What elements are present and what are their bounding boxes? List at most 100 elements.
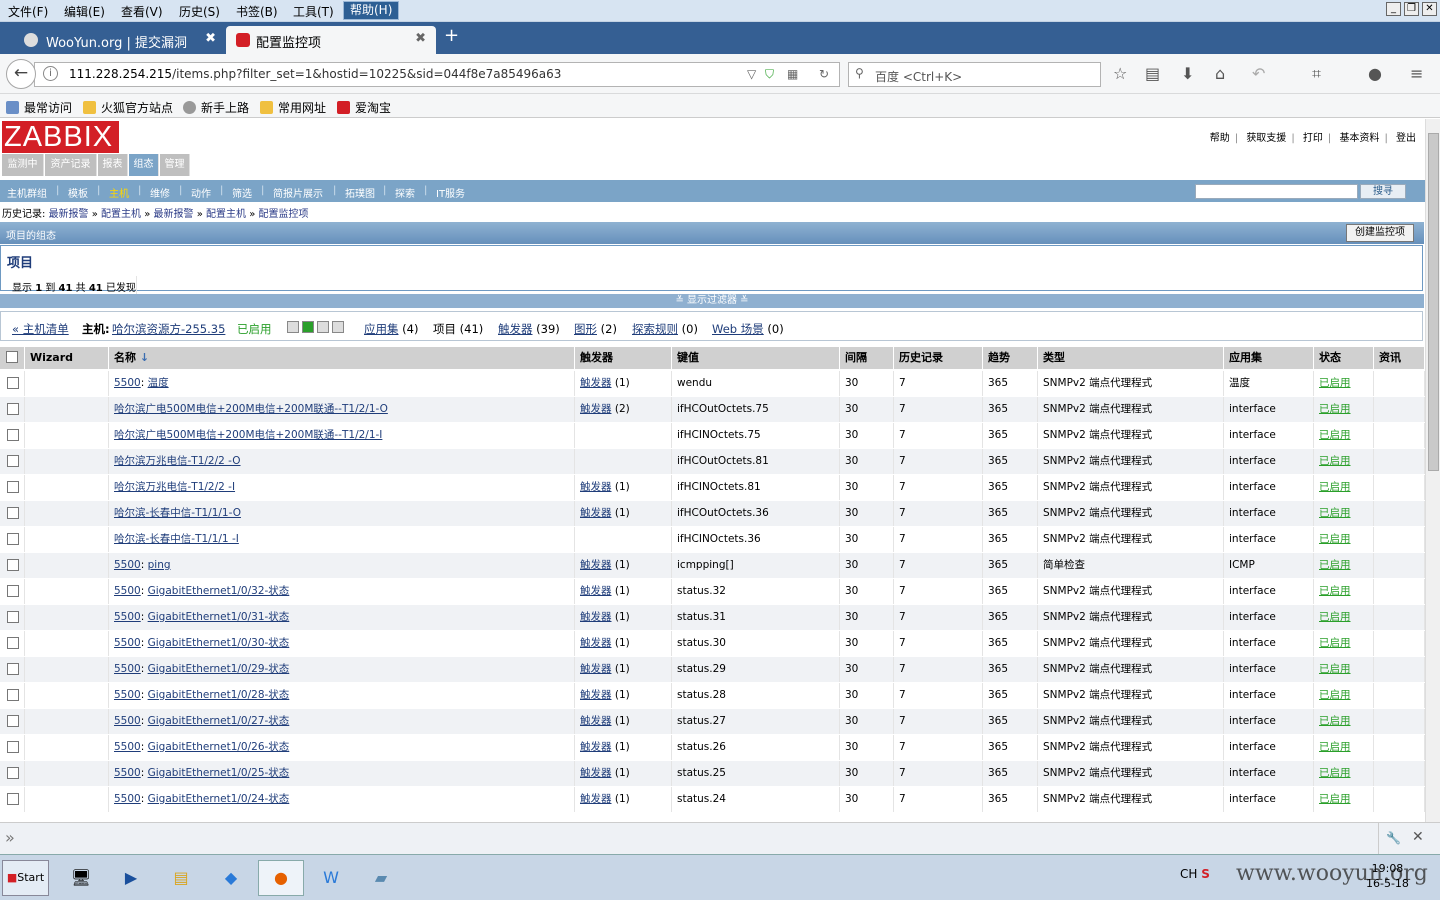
download-icon[interactable]: ⬇ [1181, 64, 1194, 83]
triggers-link[interactable]: 触发器 [580, 689, 612, 701]
filter-toggle[interactable]: ≚ 显示过滤器 ≚ [0, 294, 1424, 308]
template-link[interactable]: 5500 [114, 585, 141, 597]
status-toggle-link[interactable]: 已启用 [1319, 481, 1351, 493]
template-link[interactable]: 5500 [114, 377, 141, 389]
bookmark-firefox[interactable]: 火狐官方站点 [83, 99, 173, 116]
item-name-link[interactable]: 哈尔滨万兆电信-T1/2/2 -O [114, 455, 241, 467]
row-checkbox[interactable] [7, 663, 19, 675]
bookmark-aitaobao[interactable]: 爱淘宝 [337, 99, 391, 116]
web-scenarios-link[interactable]: Web 场景 (0) [712, 321, 784, 337]
submenu-hosts[interactable]: 主机 [109, 185, 129, 200]
menu-reports[interactable]: 报表 [98, 154, 128, 176]
template-link[interactable]: 5500 [114, 637, 141, 649]
back-button[interactable]: ← [6, 59, 36, 89]
bookmark-common[interactable]: 常用网址 [260, 99, 326, 116]
item-name-link[interactable]: GigabitEthernet1/0/29-状态 [148, 663, 290, 675]
status-toggle-link[interactable]: 已启用 [1319, 455, 1351, 467]
triggers-link[interactable]: 触发器 [580, 585, 612, 597]
start-button[interactable]: ■Start [2, 860, 49, 896]
triggers-link[interactable]: 触发器 [580, 611, 612, 623]
zabbix-logo[interactable]: ZABBIX [2, 121, 119, 153]
col-name[interactable]: 名称 ↓ [109, 347, 575, 369]
menu-monitoring[interactable]: 监测中 [2, 154, 44, 176]
submenu-hostgroups[interactable]: 主机群组 [7, 185, 47, 200]
template-link[interactable]: 5500 [114, 663, 141, 675]
status-toggle-link[interactable]: 已启用 [1319, 559, 1351, 571]
home-icon[interactable]: ⌂ [1215, 64, 1225, 83]
row-checkbox[interactable] [7, 377, 19, 389]
status-toggle-link[interactable]: 已启用 [1319, 741, 1351, 753]
history-link[interactable]: 配置主机 [206, 209, 246, 220]
triggers-link[interactable]: 触发器 [580, 637, 612, 649]
qr-icon[interactable]: ▦ [787, 67, 798, 81]
bookmark-getting-started[interactable]: 新手上路 [183, 99, 249, 116]
wrench-icon[interactable]: 🔧 [1378, 823, 1408, 855]
help-link[interactable]: 帮助 [1210, 133, 1230, 144]
row-checkbox[interactable] [7, 715, 19, 727]
host-name-link[interactable]: 哈尔滨资源方-255.35 [112, 321, 225, 337]
shield-icon[interactable]: ⛉ [765, 67, 774, 82]
explorer-icon[interactable]: ▤ [158, 860, 204, 896]
item-name-link[interactable]: 哈尔滨广电500M电信+200M电信+200M联通--T1/2/1-I [114, 429, 382, 441]
sogou-icon[interactable]: S [1201, 867, 1210, 881]
undo-icon[interactable]: ↶ [1252, 64, 1265, 83]
vertical-scrollbar[interactable] [1425, 119, 1440, 822]
firefox-icon[interactable]: ● [258, 860, 304, 896]
item-name-link[interactable]: GigabitEthernet1/0/27-状态 [148, 715, 290, 727]
triggers-link[interactable]: 触发器 [580, 377, 612, 389]
new-tab-icon[interactable]: + [444, 25, 459, 46]
triggers-link[interactable]: 触发器 [580, 741, 612, 753]
item-name-link[interactable]: 哈尔滨万兆电信-T1/2/2 -I [114, 481, 235, 493]
row-checkbox[interactable] [7, 585, 19, 597]
tab-wooyun[interactable]: WooYun.org | 提交漏洞 ✖ [14, 26, 226, 54]
row-checkbox[interactable] [7, 767, 19, 779]
close-tab-icon[interactable]: ✖ [415, 31, 426, 46]
close-tab-icon[interactable]: ✖ [205, 31, 216, 46]
profile-link[interactable]: 基本资料 [1339, 133, 1379, 144]
expand-icon[interactable]: » [5, 828, 15, 847]
item-name-link[interactable]: GigabitEthernet1/0/25-状态 [148, 767, 290, 779]
triggers-link[interactable]: 触发器 [580, 663, 612, 675]
status-toggle-link[interactable]: 已启用 [1319, 585, 1351, 597]
menu-bookmarks[interactable]: 书签(B) [236, 3, 278, 20]
status-toggle-link[interactable]: 已启用 [1319, 377, 1351, 389]
host-status[interactable]: 已启用 [237, 321, 272, 337]
submenu-maintenance[interactable]: 维修 [150, 185, 170, 200]
item-name-link[interactable]: 哈尔滨广电500M电信+200M电信+200M联通--T1/2/1-O [114, 403, 388, 415]
menu-configuration[interactable]: 组态 [129, 154, 159, 176]
row-checkbox[interactable] [7, 793, 19, 805]
status-toggle-link[interactable]: 已启用 [1319, 611, 1351, 623]
status-toggle-link[interactable]: 已启用 [1319, 715, 1351, 727]
language-indicator[interactable]: CH [1180, 867, 1197, 881]
row-checkbox[interactable] [7, 559, 19, 571]
host-list-link[interactable]: « 主机清单 [12, 321, 69, 337]
col-history[interactable]: 历史记录 [894, 347, 983, 369]
menu-inventory[interactable]: 资产记录 [45, 154, 97, 176]
history-link[interactable]: 配置主机 [101, 209, 141, 220]
clock[interactable]: 19:08 16-5-18 [1366, 861, 1409, 891]
template-link[interactable]: 5500 [114, 611, 141, 623]
status-toggle-link[interactable]: 已启用 [1319, 689, 1351, 701]
status-toggle-link[interactable]: 已启用 [1319, 663, 1351, 675]
template-link[interactable]: 5500 [114, 793, 141, 805]
graphs-link[interactable]: 图形 (2) [574, 321, 617, 337]
item-name-link[interactable]: GigabitEthernet1/0/24-状态 [148, 793, 290, 805]
close-window-icon[interactable]: ✕ [1422, 2, 1437, 16]
menu-tools[interactable]: 工具(T) [293, 3, 334, 20]
submenu-discovery-filter[interactable]: 筛选 [232, 185, 252, 200]
row-checkbox[interactable] [7, 637, 19, 649]
reading-list-icon[interactable]: ▤ [1145, 64, 1160, 83]
triggers-link[interactable]: 触发器 [580, 403, 612, 415]
server-manager-icon[interactable]: 🖥 [58, 860, 104, 896]
item-name-link[interactable]: GigabitEthernet1/0/32-状态 [148, 585, 290, 597]
status-toggle-link[interactable]: 已启用 [1319, 533, 1351, 545]
bookmark-star-icon[interactable]: ☆ [1113, 64, 1127, 83]
tab-items-config[interactable]: 配置监控项 ✖ [226, 26, 436, 54]
applications-link[interactable]: 应用集 (4) [364, 321, 418, 337]
row-checkbox[interactable] [7, 611, 19, 623]
status-toggle-link[interactable]: 已启用 [1319, 637, 1351, 649]
restore-icon[interactable]: ❐ [1404, 2, 1419, 16]
col-interval[interactable]: 间隔 [840, 347, 894, 369]
row-checkbox[interactable] [7, 507, 19, 519]
row-checkbox[interactable] [7, 455, 19, 467]
